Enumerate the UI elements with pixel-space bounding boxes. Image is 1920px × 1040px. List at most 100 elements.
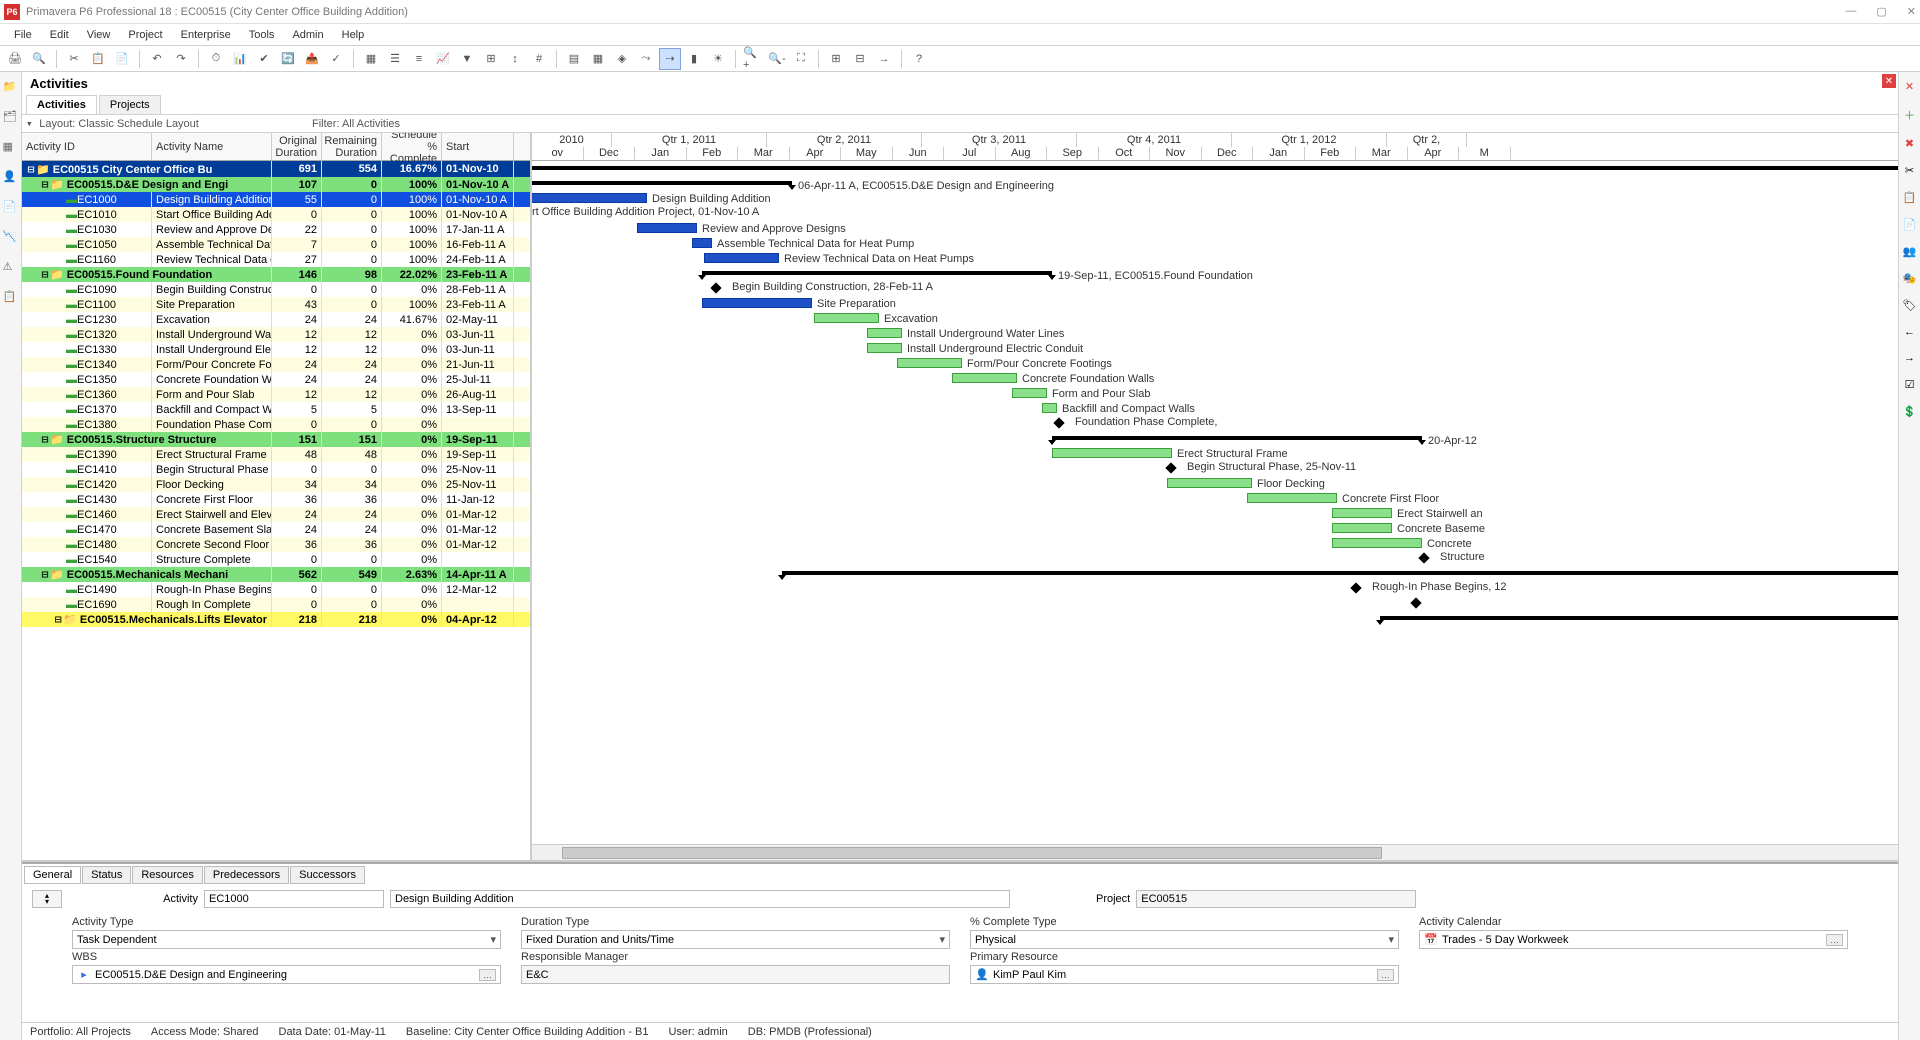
undo-icon[interactable]: ↶ <box>146 48 168 70</box>
dock-codes-icon[interactable]: 🏷 <box>1903 299 1917 312</box>
spellcheck-icon[interactable]: ✓ <box>325 48 347 70</box>
filter-icon[interactable]: ▼ <box>456 48 478 70</box>
zoom-in-icon[interactable]: 🔍+ <box>742 48 764 70</box>
table-row[interactable]: ▬ EC1430Concrete First Floor36360%11-Jan… <box>22 492 530 507</box>
activity-type-select[interactable]: Task Dependent <box>72 930 501 949</box>
table-row[interactable]: ▬ EC1370Backfill and Compact Walls550%13… <box>22 402 530 417</box>
tab-projects[interactable]: Projects <box>99 95 161 114</box>
detail-tab-predecessors[interactable]: Predecessors <box>204 866 289 884</box>
wbs-input[interactable]: ▸EC00515.D&E Design and Engineering <box>72 965 501 984</box>
dock-activities-icon[interactable]: ▦ <box>3 140 19 156</box>
expand-icon[interactable]: ⊞ <box>825 48 847 70</box>
gantt-view-icon[interactable]: ▦ <box>587 48 609 70</box>
table-row[interactable]: ⊟📁 EC00515 City Center Office Bu69155416… <box>22 161 530 177</box>
col-header[interactable]: Start <box>442 133 514 160</box>
menu-help[interactable]: Help <box>334 27 373 43</box>
table-row[interactable]: ⊟📁 EC00515.D&E Design and Engi1070100%01… <box>22 177 530 192</box>
close-button[interactable]: ✕ <box>1907 5 1916 18</box>
level-icon[interactable]: 📊 <box>229 48 251 70</box>
menu-file[interactable]: File <box>6 27 40 43</box>
table-row[interactable]: ⊟📁 EC00515.Mechanicals.Lifts Elevator218… <box>22 612 530 627</box>
layout-label[interactable]: Layout: Classic Schedule Layout <box>39 118 199 130</box>
dock-succs-icon[interactable]: → <box>1904 352 1915 364</box>
table-row[interactable]: ▬ EC1690Rough In Complete000% <box>22 597 530 612</box>
schedule-icon[interactable]: ⏱ <box>205 48 227 70</box>
cut-icon[interactable]: ✂ <box>63 48 85 70</box>
col-header[interactable]: Schedule % Complete <box>382 133 442 160</box>
col-header[interactable]: Activity Name <box>152 133 272 160</box>
table-row[interactable]: ▬ EC1360Form and Pour Slab12120%26-Aug-1… <box>22 387 530 402</box>
col-header[interactable]: Remaining Duration <box>322 133 382 160</box>
zoom-fit-icon[interactable]: ⛶ <box>790 48 812 70</box>
table-row[interactable]: ▬ EC1490Rough-In Phase Begins000%12-Mar-… <box>22 582 530 597</box>
relationships-icon[interactable]: ⇢ <box>659 48 681 70</box>
gantt-chart[interactable]: 2010Qtr 1, 2011Qtr 2, 2011Qtr 3, 2011Qtr… <box>532 133 1898 860</box>
resource-input[interactable]: 👤KimP Paul Kim <box>970 965 1399 984</box>
table-row[interactable]: ▬ EC1100Site Preparation430100%23-Feb-11… <box>22 297 530 312</box>
collapse-icon[interactable]: ⊟ <box>849 48 871 70</box>
dock-resources-icon[interactable]: 👥 <box>1903 245 1917 258</box>
table-row[interactable]: ▬ EC1410Begin Structural Phase000%25-Nov… <box>22 462 530 477</box>
table-row[interactable]: ⊟📁 EC00515.Found Foundation1469822.02%23… <box>22 267 530 282</box>
table-row[interactable]: ▬ EC1540Structure Complete000% <box>22 552 530 567</box>
detail-spinner[interactable]: ▴▾ <box>32 890 62 908</box>
table-row[interactable]: ▬ EC1470Concrete Basement Slab24240%01-M… <box>22 522 530 537</box>
table-row[interactable]: ▬ EC1480Concrete Second Floor36360%01-Ma… <box>22 537 530 552</box>
refresh-icon[interactable]: 🔄 <box>277 48 299 70</box>
menu-enterprise[interactable]: Enterprise <box>173 27 239 43</box>
table-row[interactable]: ▬ EC1010Start Office Building Addition00… <box>22 207 530 222</box>
detail-tab-status[interactable]: Status <box>82 866 131 884</box>
table-row[interactable]: ▬ EC1320Install Underground Water Li1212… <box>22 327 530 342</box>
maximize-button[interactable]: ▢ <box>1876 5 1886 18</box>
detail-tab-resources[interactable]: Resources <box>132 866 203 884</box>
print-icon[interactable]: 🖨 <box>4 48 26 70</box>
dock-reports-icon[interactable]: 📄 <box>3 200 19 216</box>
copy-icon[interactable]: 📋 <box>87 48 109 70</box>
table-row[interactable]: ▬ EC1160Review Technical Data on H270100… <box>22 252 530 267</box>
dock-tracking-icon[interactable]: 📉 <box>3 230 19 246</box>
dock-risks-icon[interactable]: ⚠ <box>3 260 19 276</box>
dock-preds-icon[interactable]: ← <box>1904 326 1915 338</box>
dock-resources-icon[interactable]: 👤 <box>3 170 19 186</box>
dock-expenses-icon[interactable]: 💲 <box>1903 405 1917 418</box>
section-close-icon[interactable]: ✕ <box>1882 74 1896 88</box>
table-row[interactable]: ▬ EC1460Erect Stairwell and Elevator W24… <box>22 507 530 522</box>
bars-icon[interactable]: ≡ <box>408 48 430 70</box>
network-icon[interactable]: ◈ <box>611 48 633 70</box>
table-row[interactable]: ▬ EC1090Begin Building Construction000%2… <box>22 282 530 297</box>
dock-delete-icon[interactable]: ✖ <box>1905 137 1914 150</box>
table-row[interactable]: ▬ EC1330Install Underground Electric C12… <box>22 342 530 357</box>
activity-id-input[interactable] <box>204 890 384 908</box>
table-row[interactable]: ▬ EC1390Erect Structural Frame48480%19-S… <box>22 447 530 462</box>
table-row[interactable]: ▬ EC1000Design Building Addition550100%0… <box>22 192 530 207</box>
dock-paste-icon[interactable]: 📄 <box>1903 218 1917 231</box>
col-header[interactable]: Activity ID <box>22 133 152 160</box>
zoom-out-icon[interactable]: 🔍- <box>766 48 788 70</box>
dock-roles-icon[interactable]: 🎭 <box>1903 272 1917 285</box>
table-row[interactable]: ▬ EC1420Floor Decking34340%25-Nov-11 <box>22 477 530 492</box>
menu-project[interactable]: Project <box>120 27 170 43</box>
menu-admin[interactable]: Admin <box>284 27 331 43</box>
dock-steps-icon[interactable]: ☑ <box>1905 378 1915 391</box>
calendar-input[interactable]: 📅Trades - 5 Day Workweek <box>1419 930 1848 949</box>
dock-copy-icon[interactable]: 📋 <box>1903 191 1917 204</box>
minimize-button[interactable]: — <box>1845 5 1856 18</box>
gantt-icon[interactable]: 📈 <box>432 48 454 70</box>
table-row[interactable]: ⊟📁 EC00515.Mechanicals Mechani5625492.63… <box>22 567 530 582</box>
dock-cut-icon[interactable]: ✂ <box>1905 164 1914 177</box>
duration-type-select[interactable]: Fixed Duration and Units/Time <box>521 930 950 949</box>
activity-name-input[interactable] <box>390 890 1010 908</box>
table-row[interactable]: ▬ EC1340Form/Pour Concrete Footings24240… <box>22 357 530 372</box>
goto-icon[interactable]: → <box>873 48 895 70</box>
table-row[interactable]: ⊟📁 EC00515.Structure Structure1511510%19… <box>22 432 530 447</box>
table-row[interactable]: ▬ EC1380Foundation Phase Complete000% <box>22 417 530 432</box>
columns-icon[interactable]: ▦ <box>360 48 382 70</box>
progress-icon[interactable]: ▮ <box>683 48 705 70</box>
dock-wbs-icon[interactable]: 🗂 <box>3 110 19 126</box>
dock-projects-icon[interactable]: 📁 <box>3 80 19 96</box>
menu-edit[interactable]: Edit <box>42 27 77 43</box>
redo-icon[interactable]: ↷ <box>170 48 192 70</box>
publish-icon[interactable]: 📤 <box>301 48 323 70</box>
hash-icon[interactable]: # <box>528 48 550 70</box>
group-icon[interactable]: ⊞ <box>480 48 502 70</box>
